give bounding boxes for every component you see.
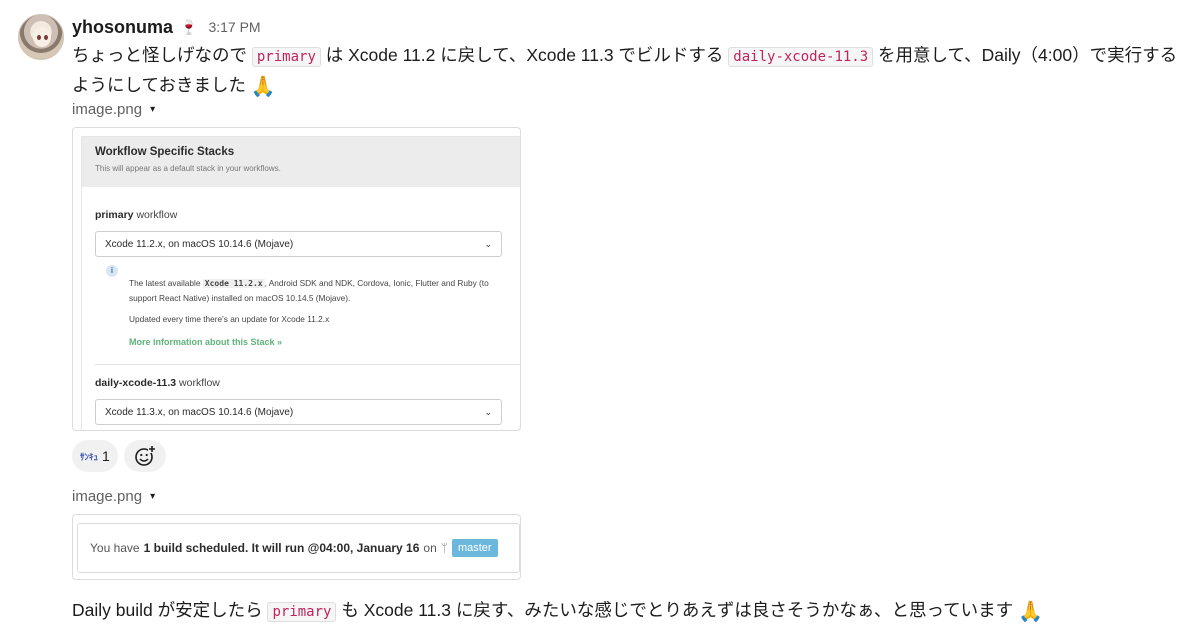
timestamp[interactable]: 3:17 PM: [208, 19, 260, 35]
folded-hands-icon: 🙏: [250, 76, 276, 98]
divider: [95, 364, 520, 365]
git-branch-icon: ᛘ: [440, 541, 448, 555]
reaction-count: 1: [102, 448, 110, 464]
reactions-bar: ｻﾝｷｭ 1: [72, 440, 166, 472]
filename-text: image.png: [72, 488, 143, 505]
panel-header: Workflow Specific Stacks This will appea…: [82, 137, 520, 187]
text-segment: on: [423, 541, 437, 555]
schedule-detail: 1 build scheduled. It will run @04:00, J…: [143, 541, 420, 555]
caret-down-icon[interactable]: ▾: [150, 491, 155, 502]
inline-code: daily-xcode-11.3: [728, 47, 874, 67]
panel-title: Workflow Specific Stacks: [95, 146, 235, 158]
inline-code: primary: [267, 602, 337, 622]
message-text: ちょっと怪しげなので primary は Xcode 11.2 に戻して、Xco…: [72, 41, 1187, 101]
reaction-thanks[interactable]: ｻﾝｷｭ 1: [72, 440, 118, 472]
workflow-label: daily-xcode-11.3 workflow: [95, 377, 220, 389]
filename-text: image.png: [72, 101, 143, 118]
text-segment: The latest available: [129, 278, 203, 288]
text-segment: Daily build が安定したら: [72, 600, 268, 620]
avatar-eye: [37, 35, 41, 40]
stack-update-note: Updated every time there's an update for…: [129, 314, 330, 324]
scheduled-build-notice: You have 1 build scheduled. It will run …: [77, 523, 520, 573]
chevron-down-icon: ⌄: [484, 238, 492, 249]
stack-select[interactable]: Xcode 11.2.x, on macOS 10.14.6 (Mojave) …: [95, 231, 502, 257]
workflow-label: primary workflow: [95, 209, 177, 221]
text-segment: ちょっと怪しげなので: [72, 45, 252, 65]
workflow-suffix: workflow: [176, 377, 220, 389]
avatar[interactable]: [18, 14, 64, 60]
info-icon: i: [106, 265, 118, 277]
avatar-face: [33, 27, 51, 47]
text-segment: You have: [90, 541, 140, 555]
attachment-filename[interactable]: image.png ▾: [72, 101, 155, 118]
chevron-down-icon: ⌄: [484, 406, 492, 417]
workflow-name: daily-xcode-11.3: [95, 377, 177, 389]
wine-glass-icon: 🍷: [180, 18, 198, 35]
workflow-suffix: workflow: [133, 209, 178, 221]
avatar-eye: [44, 35, 48, 40]
message-text: Daily build が安定したら primary も Xcode 11.3 …: [72, 596, 1187, 626]
thanks-emoji-icon: ｻﾝｷｭ: [80, 451, 99, 462]
message-header: yhosonuma 🍷 3:17 PM: [72, 15, 261, 39]
select-value: Xcode 11.3.x, on macOS 10.14.6 (Mojave): [105, 406, 294, 418]
attachment-filename[interactable]: image.png ▾: [72, 488, 155, 505]
folded-hands-icon: 🙏: [1018, 601, 1043, 623]
add-reaction-icon: [135, 445, 156, 466]
text-segment: は Xcode 11.2 に戻して、Xcode 11.3 でビルドする: [320, 45, 729, 65]
stack-info-link[interactable]: More information about this Stack »: [129, 337, 282, 347]
add-reaction-button[interactable]: [123, 440, 166, 472]
select-value: Xcode 11.2.x, on macOS 10.14.6 (Mojave): [105, 238, 294, 250]
inline-code: primary: [251, 47, 321, 67]
stack-description: The latest available Xcode 11.2.x, Andro…: [129, 276, 509, 305]
inline-code: Xcode 11.2.x: [202, 279, 265, 288]
stack-settings-panel: Workflow Specific Stacks This will appea…: [81, 136, 520, 430]
panel-subtitle: This will appear as a default stack in y…: [95, 164, 281, 173]
caret-down-icon[interactable]: ▾: [150, 104, 155, 115]
branch-badge: master: [451, 539, 498, 557]
image-attachment[interactable]: You have 1 build scheduled. It will run …: [72, 514, 521, 580]
text-segment: も Xcode 11.3 に戻す、みたいな感じでとりあえずは良さそうかなぁ、と思…: [336, 600, 1019, 620]
username[interactable]: yhosonuma: [72, 17, 173, 38]
stack-select[interactable]: Xcode 11.3.x, on macOS 10.14.6 (Mojave) …: [95, 399, 502, 425]
image-attachment[interactable]: Workflow Specific Stacks This will appea…: [72, 127, 521, 431]
workflow-name: primary: [95, 209, 134, 221]
